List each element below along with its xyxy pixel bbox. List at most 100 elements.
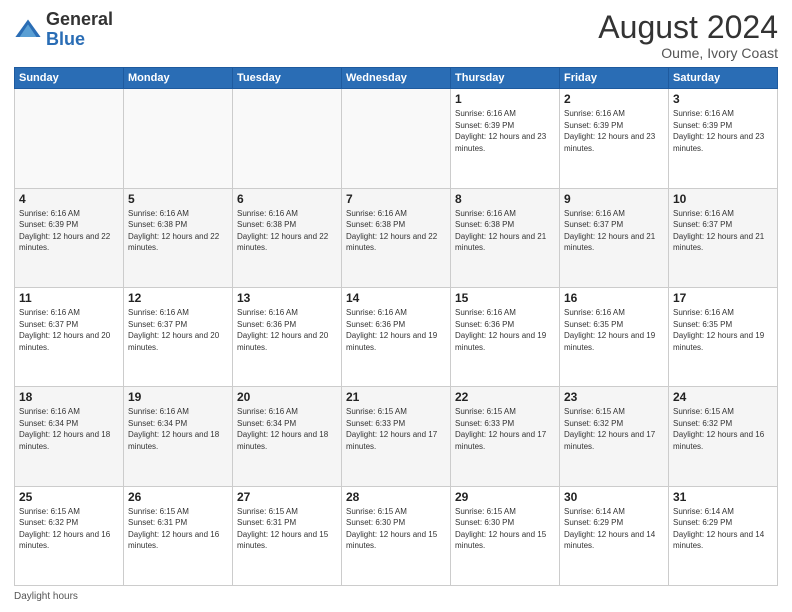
day-number: 15 <box>455 291 555 305</box>
calendar-week-row: 18 Sunrise: 6:16 AM Sunset: 6:34 PM Dayli… <box>15 387 778 486</box>
day-number: 13 <box>237 291 337 305</box>
logo-blue: Blue <box>46 29 85 49</box>
day-number: 12 <box>128 291 228 305</box>
day-info: Sunrise: 6:15 AM Sunset: 6:32 PM Dayligh… <box>673 406 773 452</box>
calendar-cell: 23 Sunrise: 6:15 AM Sunset: 6:32 PM Dayli… <box>560 387 669 486</box>
calendar-cell: 19 Sunrise: 6:16 AM Sunset: 6:34 PM Dayli… <box>124 387 233 486</box>
calendar-cell: 17 Sunrise: 6:16 AM Sunset: 6:35 PM Dayli… <box>669 287 778 386</box>
day-number: 3 <box>673 92 773 106</box>
day-number: 23 <box>564 390 664 404</box>
day-number: 10 <box>673 192 773 206</box>
day-info: Sunrise: 6:16 AM Sunset: 6:37 PM Dayligh… <box>128 307 228 353</box>
calendar-cell: 1 Sunrise: 6:16 AM Sunset: 6:39 PM Daylig… <box>451 89 560 188</box>
calendar-cell <box>15 89 124 188</box>
calendar-cell: 6Sunrise: 6:16 AM Sunset: 6:38 PM Daylig… <box>233 188 342 287</box>
calendar-cell <box>342 89 451 188</box>
calendar-cell: 15Sunrise: 6:16 AM Sunset: 6:36 PM Dayli… <box>451 287 560 386</box>
day-number: 9 <box>564 192 664 206</box>
title-block: August 2024 Oume, Ivory Coast <box>598 10 778 61</box>
day-info: Sunrise: 6:15 AM Sunset: 6:32 PM Dayligh… <box>19 506 119 552</box>
day-info: Sunrise: 6:16 AM Sunset: 6:37 PM Dayligh… <box>673 208 773 254</box>
calendar-week-row: 4 Sunrise: 6:16 AM Sunset: 6:39 PM Daylig… <box>15 188 778 287</box>
day-number: 1 <box>455 92 555 106</box>
day-number: 6 <box>237 192 337 206</box>
day-number: 31 <box>673 490 773 504</box>
calendar-cell: 31 Sunrise: 6:14 AM Sunset: 6:29 PM Dayli… <box>669 486 778 585</box>
calendar-cell: 8 Sunrise: 6:16 AM Sunset: 6:38 PM Daylig… <box>451 188 560 287</box>
calendar-cell: 10 Sunrise: 6:16 AM Sunset: 6:37 PM Dayli… <box>669 188 778 287</box>
day-number: 20 <box>237 390 337 404</box>
day-info: Sunrise: 6:14 AM Sunset: 6:29 PM Dayligh… <box>564 506 664 552</box>
day-info: Sunrise: 6:16 AM Sunset: 6:37 PM Dayligh… <box>19 307 119 353</box>
day-number: 17 <box>673 291 773 305</box>
day-info: Sunrise: 6:16 AM Sunset: 6:34 PM Dayligh… <box>128 406 228 452</box>
calendar-cell: 25 Sunrise: 6:15 AM Sunset: 6:32 PM Dayli… <box>15 486 124 585</box>
calendar-week-row: 11 Sunrise: 6:16 AM Sunset: 6:37 PM Dayli… <box>15 287 778 386</box>
day-info: Sunrise: 6:16 AM Sunset: 6:36 PM Dayligh… <box>346 307 446 353</box>
day-number: 18 <box>19 390 119 404</box>
calendar: SundayMondayTuesdayWednesdayThursdayFrid… <box>14 67 778 586</box>
day-info: Sunrise: 6:15 AM Sunset: 6:30 PM Dayligh… <box>346 506 446 552</box>
day-info: Sunrise: 6:16 AM Sunset: 6:39 PM Dayligh… <box>19 208 119 254</box>
calendar-cell: 9Sunrise: 6:16 AM Sunset: 6:37 PM Daylig… <box>560 188 669 287</box>
calendar-day-header: Friday <box>560 68 669 89</box>
day-info: Sunrise: 6:14 AM Sunset: 6:29 PM Dayligh… <box>673 506 773 552</box>
day-info: Sunrise: 6:16 AM Sunset: 6:34 PM Dayligh… <box>19 406 119 452</box>
footer: Daylight hours <box>14 591 778 602</box>
day-number: 29 <box>455 490 555 504</box>
day-number: 27 <box>237 490 337 504</box>
calendar-cell: 21Sunrise: 6:15 AM Sunset: 6:33 PM Dayli… <box>342 387 451 486</box>
day-number: 26 <box>128 490 228 504</box>
day-info: Sunrise: 6:15 AM Sunset: 6:33 PM Dayligh… <box>455 406 555 452</box>
day-number: 8 <box>455 192 555 206</box>
calendar-cell: 16Sunrise: 6:16 AM Sunset: 6:35 PM Dayli… <box>560 287 669 386</box>
day-number: 14 <box>346 291 446 305</box>
calendar-cell: 13 Sunrise: 6:16 AM Sunset: 6:36 PM Dayli… <box>233 287 342 386</box>
day-info: Sunrise: 6:16 AM Sunset: 6:35 PM Dayligh… <box>564 307 664 353</box>
calendar-cell <box>124 89 233 188</box>
calendar-day-header: Wednesday <box>342 68 451 89</box>
calendar-day-header: Sunday <box>15 68 124 89</box>
day-info: Sunrise: 6:15 AM Sunset: 6:31 PM Dayligh… <box>237 506 337 552</box>
header: General Blue August 2024 Oume, Ivory Coa… <box>14 10 778 61</box>
location: Oume, Ivory Coast <box>598 45 778 61</box>
calendar-cell: 14 Sunrise: 6:16 AM Sunset: 6:36 PM Dayli… <box>342 287 451 386</box>
day-number: 30 <box>564 490 664 504</box>
logo-general: General <box>46 9 113 29</box>
day-info: Sunrise: 6:16 AM Sunset: 6:38 PM Dayligh… <box>128 208 228 254</box>
calendar-cell: 5 Sunrise: 6:16 AM Sunset: 6:38 PM Daylig… <box>124 188 233 287</box>
day-number: 19 <box>128 390 228 404</box>
calendar-cell: 29 Sunrise: 6:15 AM Sunset: 6:30 PM Dayli… <box>451 486 560 585</box>
day-number: 5 <box>128 192 228 206</box>
calendar-cell: 20 Sunrise: 6:16 AM Sunset: 6:34 PM Dayli… <box>233 387 342 486</box>
day-info: Sunrise: 6:16 AM Sunset: 6:39 PM Dayligh… <box>455 108 555 154</box>
calendar-cell <box>233 89 342 188</box>
calendar-cell: 12 Sunrise: 6:16 AM Sunset: 6:37 PM Dayli… <box>124 287 233 386</box>
calendar-day-header: Tuesday <box>233 68 342 89</box>
calendar-cell: 2Sunrise: 6:16 AM Sunset: 6:39 PM Daylig… <box>560 89 669 188</box>
page: General Blue August 2024 Oume, Ivory Coa… <box>0 0 792 612</box>
day-info: Sunrise: 6:16 AM Sunset: 6:36 PM Dayligh… <box>237 307 337 353</box>
day-number: 4 <box>19 192 119 206</box>
day-number: 22 <box>455 390 555 404</box>
day-info: Sunrise: 6:16 AM Sunset: 6:38 PM Dayligh… <box>455 208 555 254</box>
day-number: 24 <box>673 390 773 404</box>
calendar-header-row: SundayMondayTuesdayWednesdayThursdayFrid… <box>15 68 778 89</box>
day-info: Sunrise: 6:15 AM Sunset: 6:30 PM Dayligh… <box>455 506 555 552</box>
calendar-day-header: Saturday <box>669 68 778 89</box>
day-number: 11 <box>19 291 119 305</box>
logo-text: General Blue <box>46 10 113 50</box>
calendar-cell: 7Sunrise: 6:16 AM Sunset: 6:38 PM Daylig… <box>342 188 451 287</box>
day-info: Sunrise: 6:16 AM Sunset: 6:39 PM Dayligh… <box>564 108 664 154</box>
day-info: Sunrise: 6:16 AM Sunset: 6:35 PM Dayligh… <box>673 307 773 353</box>
calendar-cell: 22 Sunrise: 6:15 AM Sunset: 6:33 PM Dayli… <box>451 387 560 486</box>
calendar-cell: 3 Sunrise: 6:16 AM Sunset: 6:39 PM Daylig… <box>669 89 778 188</box>
day-info: Sunrise: 6:15 AM Sunset: 6:31 PM Dayligh… <box>128 506 228 552</box>
day-number: 25 <box>19 490 119 504</box>
calendar-cell: 18 Sunrise: 6:16 AM Sunset: 6:34 PM Dayli… <box>15 387 124 486</box>
day-info: Sunrise: 6:16 AM Sunset: 6:34 PM Dayligh… <box>237 406 337 452</box>
day-info: Sunrise: 6:15 AM Sunset: 6:32 PM Dayligh… <box>564 406 664 452</box>
day-info: Sunrise: 6:16 AM Sunset: 6:39 PM Dayligh… <box>673 108 773 154</box>
calendar-day-header: Monday <box>124 68 233 89</box>
calendar-week-row: 1 Sunrise: 6:16 AM Sunset: 6:39 PM Daylig… <box>15 89 778 188</box>
